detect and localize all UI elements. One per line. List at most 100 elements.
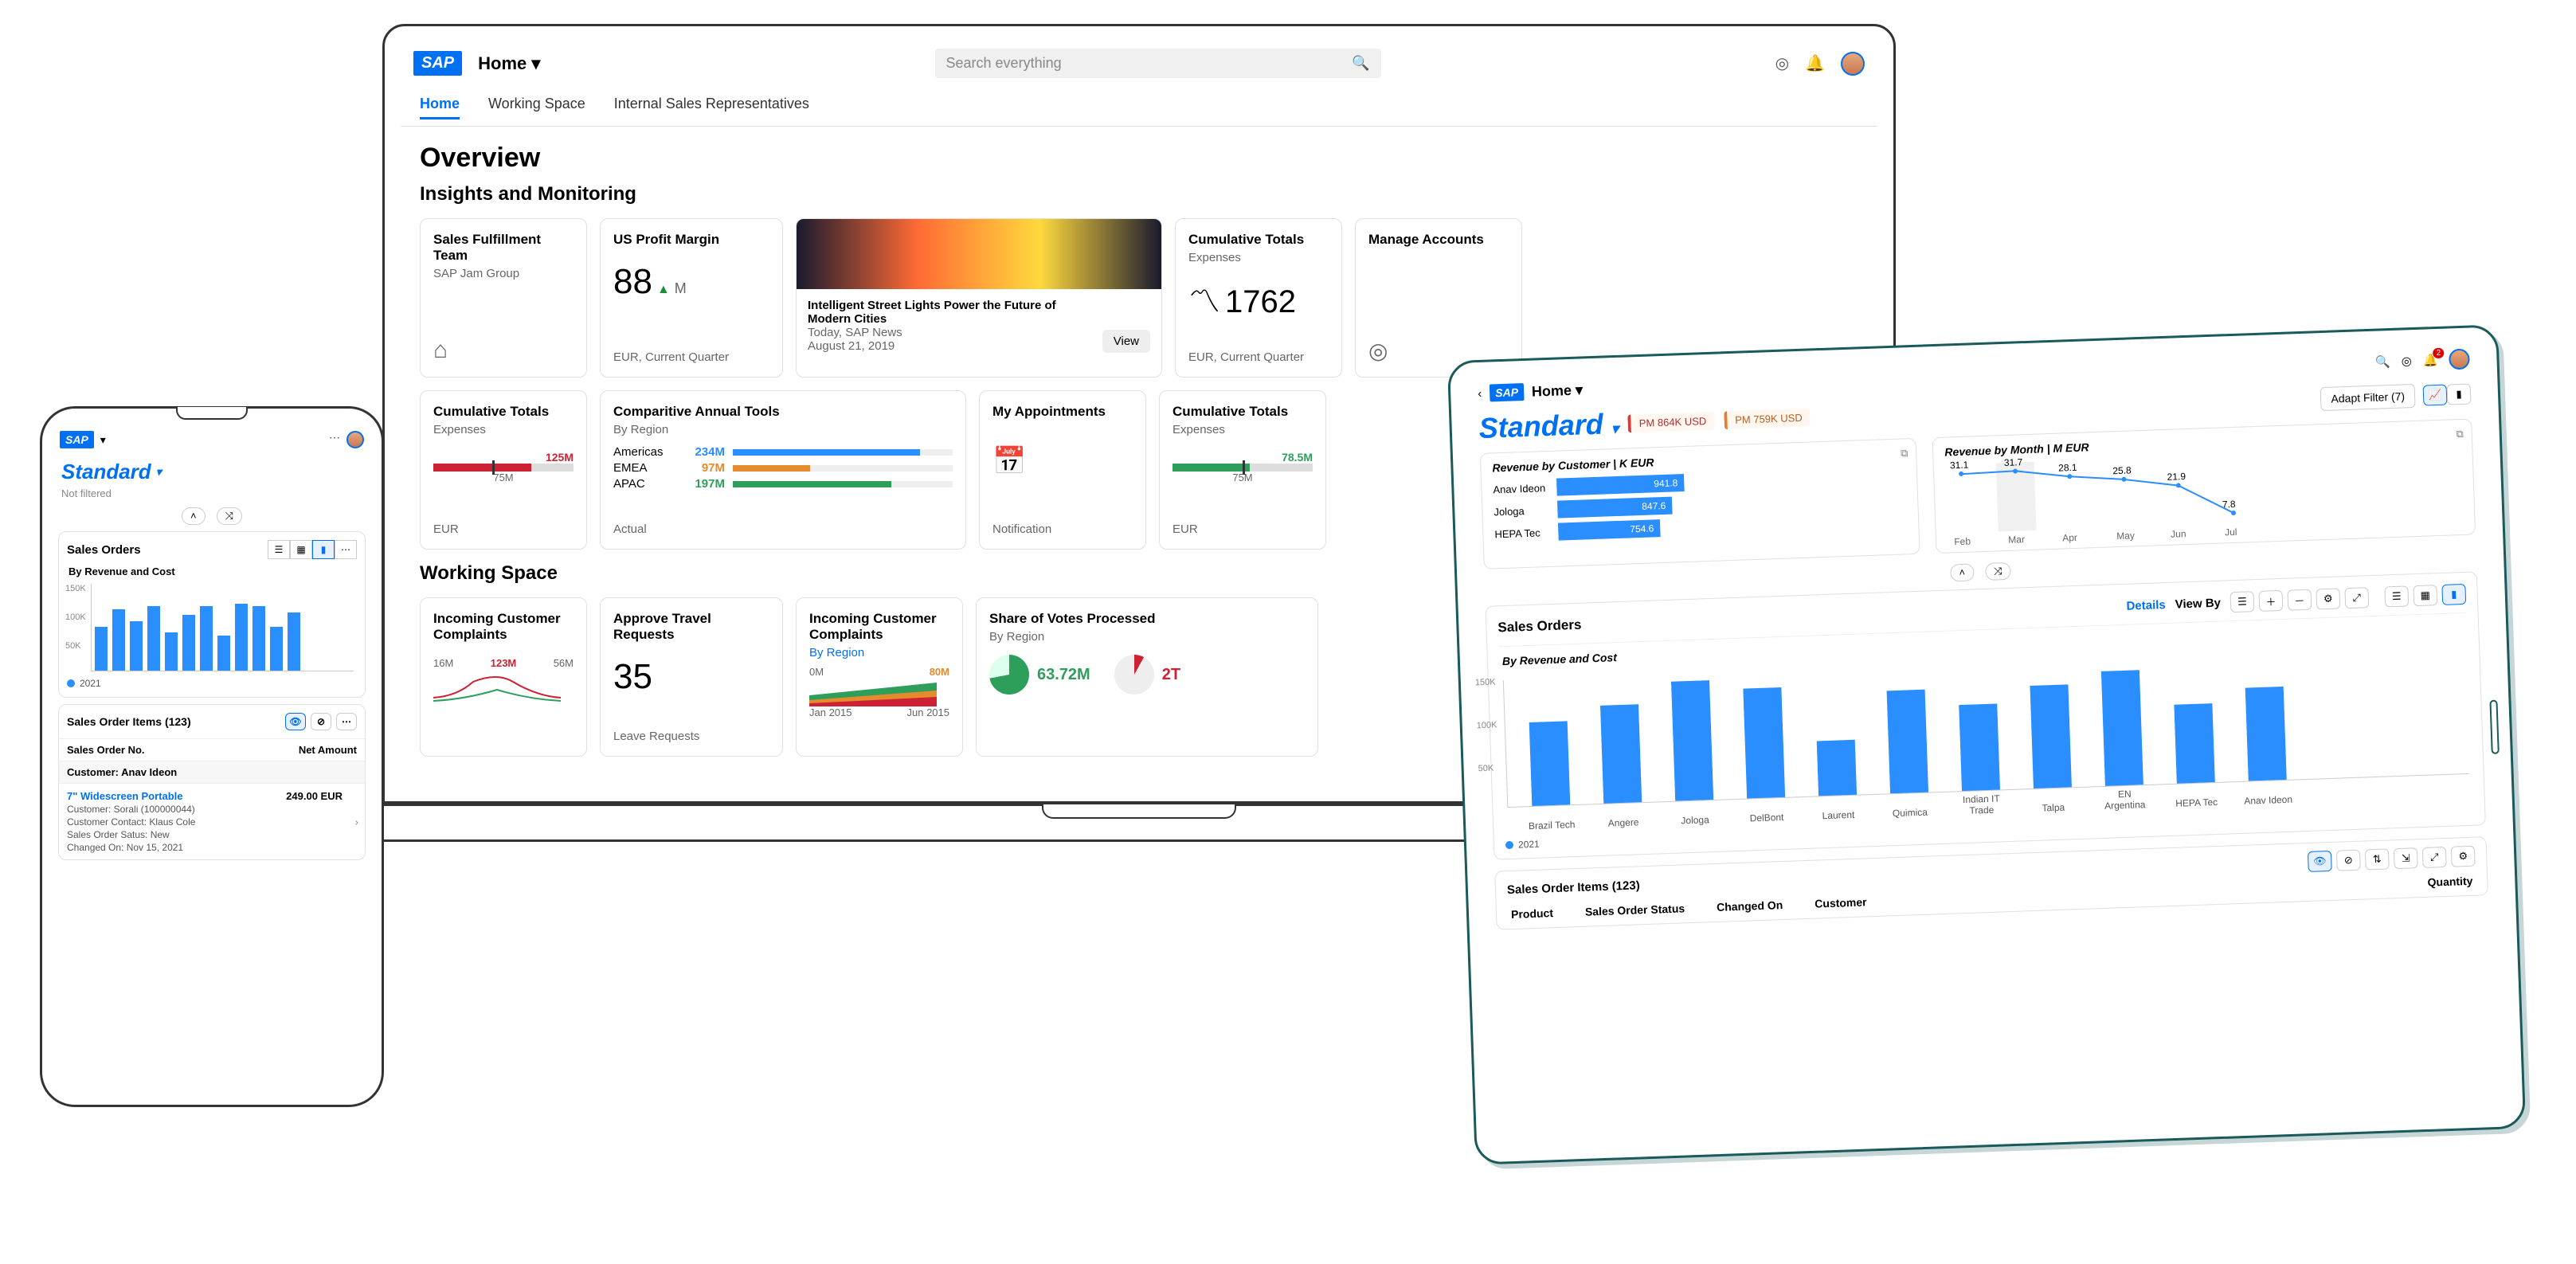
- chart-subtitle: By Revenue and Cost: [69, 565, 355, 577]
- card-complaints-1[interactable]: Incoming Customer Complaints 16M123M56M: [420, 597, 587, 757]
- card-sales-fulfillment[interactable]: Sales Fulfillment Team SAP Jam Group ⌂: [420, 218, 587, 378]
- card-travel-requests[interactable]: Approve Travel Requests 35 Leave Request…: [600, 597, 783, 757]
- card-votes[interactable]: Share of Votes Processed By Region 63.72…: [976, 597, 1318, 757]
- bar-chart: 150K 100K 50K Brazil TechAngereJologaDel…: [1503, 647, 2469, 808]
- settings-icon[interactable]: ⚙: [2316, 588, 2340, 609]
- shell-home-selector[interactable]: Home ▾: [478, 53, 540, 74]
- card-title: Sales Orders: [1497, 617, 1582, 636]
- card-cumulative-2[interactable]: Cumulative Totals Expenses 125M 75M EUR: [420, 390, 587, 550]
- shuffle-icon[interactable]: ⤨: [217, 507, 242, 525]
- bell-icon[interactable]: 🔔2: [2422, 353, 2437, 368]
- chart-legend: 2021: [67, 678, 357, 689]
- region-row: Americas234M: [613, 445, 953, 459]
- shuffle-icon[interactable]: ⤨: [1985, 562, 2011, 581]
- details-link[interactable]: Details: [2126, 598, 2166, 613]
- bell-icon[interactable]: 🔔: [1805, 53, 1825, 73]
- grid-view-icon[interactable]: ▦: [2413, 585, 2437, 606]
- adapt-filter-button[interactable]: Adapt Filter (7): [2320, 384, 2416, 411]
- home-icon: ⌂: [433, 337, 574, 364]
- group-header: Customer: Anav Ideon: [59, 761, 365, 783]
- expand-icon[interactable]: ⤢: [2422, 847, 2447, 868]
- trend-up-icon: ▲: [657, 283, 670, 297]
- status-chip[interactable]: PM 864K USD: [1627, 411, 1714, 432]
- eye-off-icon[interactable]: ⊘: [311, 713, 331, 730]
- list-view-icon[interactable]: ☰: [268, 540, 290, 559]
- list-item[interactable]: 7" Widescreen Portable 249.00 EUR › Cust…: [59, 783, 365, 859]
- copilot-icon[interactable]: ◎: [2401, 354, 2412, 368]
- list-icon[interactable]: ☰: [2230, 591, 2254, 612]
- eye-icon[interactable]: 👁: [2308, 851, 2332, 872]
- pie-chart-icon: [989, 655, 1029, 695]
- zoom-out-icon[interactable]: －: [2287, 589, 2312, 611]
- collapse-button[interactable]: ˄: [1950, 563, 1974, 581]
- col-quantity: Quantity: [2427, 875, 2472, 889]
- sales-orders-card: Sales Orders Details View By ☰ ＋ － ⚙ ⤢ ☰…: [1486, 571, 2486, 859]
- avatar[interactable]: [346, 431, 364, 448]
- back-icon[interactable]: ‹: [1478, 386, 1482, 400]
- col-product: Product: [1511, 906, 1553, 921]
- chevron-down-icon[interactable]: ▾: [100, 433, 106, 447]
- top-bar: SAP Home ▾ Search everything 🔍 ◎ 🔔: [401, 42, 1877, 84]
- card-cumulative-1[interactable]: Cumulative Totals Expenses 〽 1762 EUR, C…: [1175, 218, 1342, 378]
- sap-logo: SAP: [60, 431, 94, 448]
- search-input[interactable]: Search everything 🔍: [935, 49, 1381, 78]
- settings-icon[interactable]: ⚙: [2451, 846, 2476, 867]
- grid-view-icon[interactable]: ▦: [290, 540, 312, 559]
- card-us-profit[interactable]: US Profit Margin 88▲M EUR, Current Quart…: [600, 218, 783, 378]
- more-icon[interactable]: ⋯: [336, 713, 357, 730]
- region-row: APAC197M: [613, 477, 953, 491]
- chart-view-icon[interactable]: ▮: [2441, 584, 2466, 605]
- phone-device: SAP ▾ ⋯ Standard ▾ Not filtered ˄ ⤨ Sale…: [40, 406, 384, 1107]
- more-icon[interactable]: ⋯: [329, 431, 340, 448]
- collapse-button[interactable]: ˄: [182, 507, 206, 525]
- shell-home-selector[interactable]: Home ▾: [1532, 382, 1584, 400]
- zoom-in-icon[interactable]: ＋: [2258, 590, 2283, 612]
- search-icon[interactable]: 🔍: [2375, 354, 2390, 370]
- list-view-icon[interactable]: ☰: [2384, 585, 2409, 607]
- section-insights: Insights and Monitoring: [420, 183, 1858, 205]
- nav-tabs: Home Working Space Internal Sales Repres…: [401, 84, 1877, 127]
- avatar[interactable]: [2449, 349, 2470, 370]
- bar-view-icon[interactable]: ▮: [2447, 384, 2472, 405]
- tab-home[interactable]: Home: [420, 91, 460, 119]
- sort-icon[interactable]: ⇅: [2365, 848, 2390, 870]
- view-button[interactable]: View: [1102, 330, 1150, 353]
- copilot-icon[interactable]: ◎: [1775, 53, 1789, 73]
- variant-selector[interactable]: Standard ▾: [57, 456, 367, 487]
- card-news[interactable]: Intelligent Street Lights Power the Futu…: [796, 218, 1162, 378]
- expand-icon[interactable]: ⤢: [2344, 587, 2369, 609]
- popout-icon[interactable]: ⧉: [1901, 447, 1909, 460]
- export-icon[interactable]: ⇲: [2394, 847, 2418, 869]
- news-image: [797, 219, 1161, 289]
- eye-icon[interactable]: 👁: [285, 713, 306, 730]
- chart-view-icon[interactable]: 📈: [2423, 385, 2448, 406]
- calendar-icon: 📅: [992, 445, 1133, 477]
- card-manage-accounts[interactable]: Manage Accounts ◎: [1355, 218, 1522, 378]
- popout-icon[interactable]: ⧉: [2456, 428, 2464, 440]
- revenue-by-month-panel: Revenue by Month | M EUR ⧉ 31.1Feb31.7Ma…: [1932, 418, 2476, 554]
- col-changed: Changed On: [1717, 898, 1783, 914]
- card-cumulative-3[interactable]: Cumulative Totals Expenses 78.5M 75M EUR: [1159, 390, 1326, 550]
- col-order-no: Sales Order No.: [67, 744, 299, 756]
- card-comparative[interactable]: Comparitive Annual Tools By Region Ameri…: [600, 390, 966, 550]
- region-row: EMEA97M: [613, 461, 953, 475]
- avatar[interactable]: [1841, 52, 1865, 76]
- area-chart: [809, 678, 937, 706]
- tablet-device: ‹ SAP Home ▾ 🔍 ◎ 🔔2 Standard ▾ PM 864K U…: [1447, 324, 2526, 1164]
- filter-status: Not filtered: [57, 487, 367, 504]
- chart-view-icon[interactable]: ▮: [312, 540, 335, 559]
- card-complaints-2[interactable]: Incoming Customer Complaints By Region 0…: [796, 597, 963, 757]
- eye-off-icon[interactable]: ⊘: [2336, 850, 2361, 871]
- tab-internal-sales[interactable]: Internal Sales Representatives: [614, 91, 809, 119]
- pie-chart-icon: [1114, 655, 1154, 695]
- col-net-amount: Net Amount: [299, 744, 357, 756]
- search-icon: 🔍: [1352, 55, 1369, 72]
- status-chip[interactable]: PM 759K USD: [1724, 408, 1811, 429]
- card-title: Sales Orders: [67, 543, 141, 557]
- card-appointments[interactable]: My Appointments 📅 Notification: [979, 390, 1146, 550]
- more-icon[interactable]: ⋯: [335, 540, 357, 559]
- tab-working-space[interactable]: Working Space: [488, 91, 585, 119]
- variant-selector[interactable]: Standard ▾: [1478, 407, 1619, 445]
- section-title: Sales Order Items (123): [67, 715, 191, 728]
- revenue-by-customer-panel: Revenue by Customer | K EUR ⧉ Anav Ideon…: [1480, 438, 1920, 569]
